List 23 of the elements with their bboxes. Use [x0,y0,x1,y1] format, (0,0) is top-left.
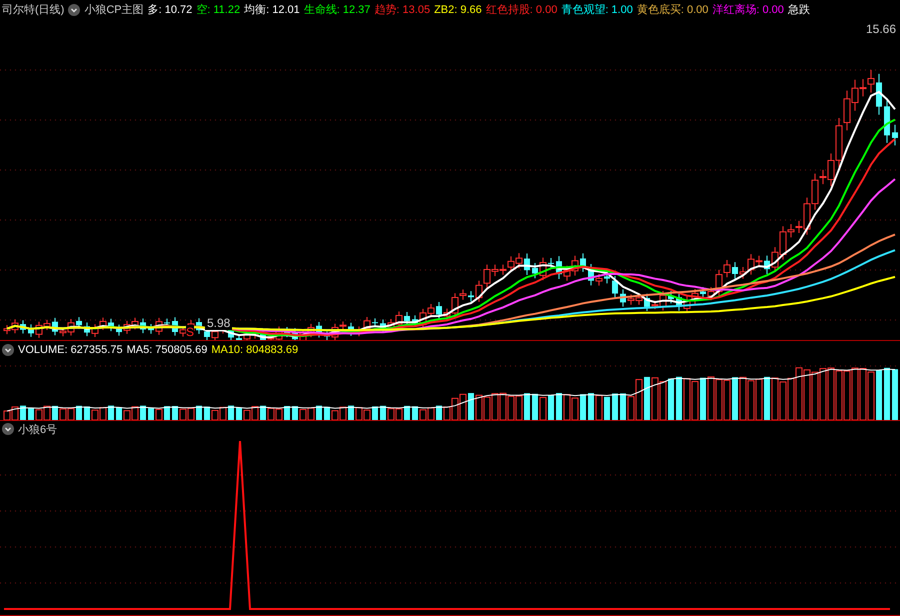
dropdown-icon[interactable] [2,344,14,356]
price-label: 15.66 [866,22,896,36]
indicator-name: 小狼CP主图 [84,2,144,18]
signal-mark: S [186,325,194,340]
indicator-value: ZB2: 9.66 [434,4,482,16]
price-label: 5.98 [205,316,232,330]
indicator-value: MA5: 750805.69 [126,344,208,356]
indicator-value: 多: 10.72 [148,3,192,18]
dropdown-icon[interactable] [2,423,14,436]
indicator-value: 洋红离场: 0.00 [712,2,784,18]
chart-title: 司尔特(日线) [2,3,64,18]
indicator-value: 趋势: 13.05 [374,2,430,18]
indicator-value: 生命线: 12.37 [304,3,370,18]
dropdown-icon[interactable] [68,4,80,16]
indicator-value: 均衡: 12.01 [244,3,300,18]
indicator-value: 红色持股: 0.00 [486,3,558,18]
indicator-value: 空: 11.22 [196,2,240,18]
indicator-value: 急跌 [788,3,810,18]
indicator-value: 青色观望: 1.00 [561,2,633,18]
indicator-name: 小狼6号 [18,422,58,437]
indicator-value: 黄色底买: 0.00 [636,2,708,18]
indicator-value: MA10: 804883.69 [211,344,298,356]
indicator-value: VOLUME: 627355.75 [18,344,123,356]
